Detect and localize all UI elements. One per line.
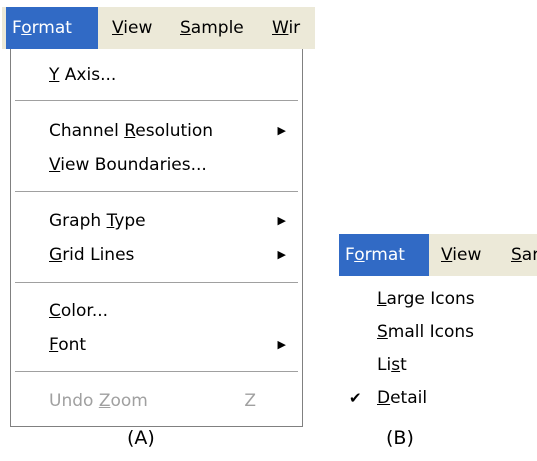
menu-separator [15,191,298,193]
menu-view-b[interactable]: View [435,234,487,276]
menu-item-label: Channel Resolution [49,121,214,141]
menu-item-y-axis[interactable]: Y Axis... [11,59,302,91]
view-dropdown-b: Large Icons Small Icons List ✔ Detail [339,276,519,421]
menu-item-view-boundaries[interactable]: View Boundaries... [11,149,302,181]
menu-item-label: View Boundaries... [49,155,207,175]
menu-item-label: Y Axis... [49,65,117,85]
menu-window-a[interactable]: Wir [266,7,306,49]
menu-item-label: List [377,355,407,375]
menu-item-label: Color... [49,301,109,321]
menu-item-small-icons[interactable]: Small Icons [339,316,519,348]
submenu-arrow-icon: ▶ [277,124,286,137]
menu-separator [15,100,298,102]
caption-a: (A) [127,427,155,449]
menu-format-b[interactable]: Format [339,234,429,276]
menu-separator [15,282,298,284]
menu-item-color[interactable]: Color... [11,295,302,327]
menu-item-undo-zoom[interactable]: Undo Zoom Z [11,385,302,417]
menu-item-list[interactable]: List [339,349,519,381]
menu-sample-a[interactable]: Sample [174,7,250,49]
menu-item-label: Grid Lines [49,245,135,265]
menu-separator [15,371,298,373]
caption-b: (B) [386,427,414,449]
shortcut-label: Z [244,391,256,411]
menu-view-a[interactable]: View [106,7,158,49]
menu-item-grid-lines[interactable]: Grid Lines ▶ [11,239,302,271]
menu-item-label: Graph Type [49,211,146,231]
menu-item-label: Small Icons [377,322,475,342]
submenu-arrow-icon: ▶ [277,214,286,227]
menubar-a: Format View Sample Wir [2,7,315,49]
menu-item-font[interactable]: Font ▶ [11,329,302,361]
menu-item-channel-resolution[interactable]: Channel Resolution ▶ [11,115,302,147]
menubar-b: Format View Sar [339,234,537,276]
menu-item-label: Large Icons [377,289,475,309]
menu-item-detail[interactable]: ✔ Detail [339,382,519,414]
menu-item-label: Font [49,335,87,355]
menu-item-large-icons[interactable]: Large Icons [339,283,519,315]
checkmark-icon: ✔ [349,389,362,407]
menu-sample-b[interactable]: Sar [505,234,537,276]
menu-format-a[interactable]: Format [6,7,98,49]
format-dropdown-a: Y Axis... Channel Resolution ▶ View Boun… [10,49,303,427]
submenu-arrow-icon: ▶ [277,338,286,351]
menu-item-label: Undo Zoom [49,391,148,411]
submenu-arrow-icon: ▶ [277,248,286,261]
menu-item-label: Detail [377,388,428,408]
menu-item-graph-type[interactable]: Graph Type ▶ [11,205,302,237]
